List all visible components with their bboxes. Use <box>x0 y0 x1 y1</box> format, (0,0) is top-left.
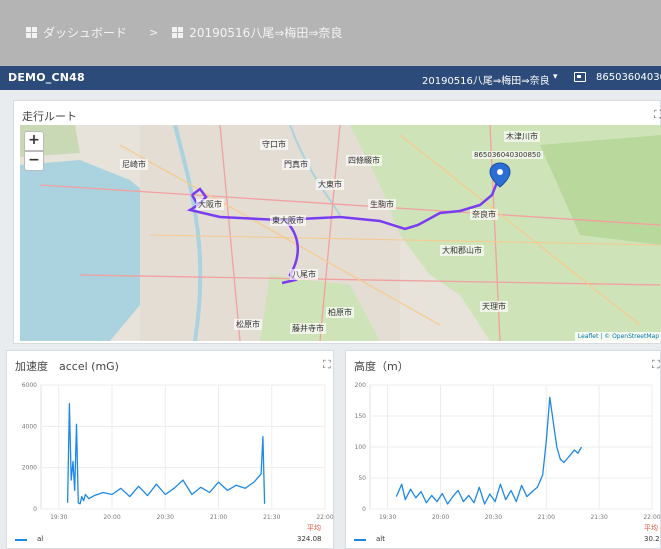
legend-line-icon <box>354 539 366 541</box>
x-tick-label: 20:00 <box>432 514 449 519</box>
map-place-label: 生駒市 <box>368 199 396 210</box>
chevron-down-icon[interactable]: ▾ <box>553 72 558 82</box>
expand-icon[interactable]: ⛶ <box>654 108 661 122</box>
breadcrumb-dashboard-link[interactable]: ダッシュボード <box>43 24 127 41</box>
map-place-label: 木津川市 <box>504 131 540 142</box>
y-tick-label: 6000 <box>22 382 37 389</box>
y-tick-label: 0 <box>362 506 366 513</box>
y-tick-label: 200 <box>355 382 367 389</box>
alt-avg-value: 30.2 <box>644 535 660 543</box>
zoom-out-button[interactable]: − <box>24 151 44 171</box>
map-place-label: 奈良市 <box>470 209 498 220</box>
x-tick-label: 20:30 <box>485 514 502 519</box>
alt-panel: 高度（m） ⛶ 0 50 100 150 200 19:30 20:00 20:30 21:00… <box>345 350 661 549</box>
alt-avg-label: 平均 <box>644 524 658 532</box>
x-tick-label: 19:30 <box>379 514 396 519</box>
alt-chart: 0 50 100 150 200 19:30 20:00 20:30 21:00 21:30 22:… <box>355 382 661 519</box>
route-map[interactable]: 865036040300850 守口市 尼崎市 門真市 四條畷市 大東市 木津川… <box>20 125 661 341</box>
x-tick-label: 19:30 <box>50 514 67 519</box>
map-panel: 走行ルート ⛶ 865036040300850 守口市 尼崎市 門真市 四條畷市… <box>13 100 661 344</box>
y-tick-label: 0 <box>33 506 37 513</box>
trip-select[interactable]: 20190516八尾⇒梅田⇒奈良 <box>422 72 550 87</box>
alt-legend[interactable]: alt <box>376 535 385 543</box>
device-id: 865036040300 <box>596 72 661 83</box>
accel-legend[interactable]: al <box>37 535 43 543</box>
y-tick-label: 100 <box>355 444 367 451</box>
series-line-al <box>66 402 266 505</box>
accel-panel: 加速度 accel (mG) ⛶ 0 2000 4000 6000 19:30 20:00… <box>6 350 334 549</box>
breadcrumb: ダッシュボード > 20190516八尾⇒梅田⇒奈良 <box>26 24 342 41</box>
accel-avg-label: 平均 <box>307 524 321 532</box>
map-place-label: 柏原市 <box>326 307 354 318</box>
map-place-label: 守口市 <box>260 139 288 150</box>
x-tick-label: 22:00 <box>316 514 333 519</box>
plot-area <box>40 384 326 510</box>
map-place-label: 四條畷市 <box>346 155 382 166</box>
expand-icon[interactable]: ⛶ <box>323 358 331 372</box>
breadcrumb-trip: 20190516八尾⇒梅田⇒奈良 <box>189 26 343 40</box>
x-tick-label: 22:00 <box>643 514 660 519</box>
y-tick-label: 50 <box>358 475 366 482</box>
map-place-label: 天理市 <box>480 301 508 312</box>
map-place-label: 大東市 <box>316 179 344 190</box>
accel-avg-value: 324.08 <box>297 535 322 543</box>
map-place-label: 尼崎市 <box>120 159 148 170</box>
map-place-label: 藤井寺市 <box>290 323 326 334</box>
x-tick-label: 21:30 <box>263 514 280 519</box>
x-tick-label: 21:00 <box>538 514 555 519</box>
map-place-label: 大和郡山市 <box>440 245 484 256</box>
x-tick-label: 20:00 <box>103 514 120 519</box>
expand-icon[interactable]: ⛶ <box>652 358 660 372</box>
series-line-alt <box>395 396 583 505</box>
map-attribution[interactable]: Leaflet | © OpenStreetMap <box>574 332 661 341</box>
y-tick-label: 150 <box>355 413 367 420</box>
y-tick-label: 2000 <box>22 465 37 472</box>
map-place-label: 門真市 <box>282 159 310 170</box>
marker-label: 865036040300850 <box>472 151 543 159</box>
x-tick-label: 20:30 <box>157 514 174 519</box>
map-place-label: 大阪市 <box>196 199 224 210</box>
device-bar: DEMO_CN48 20190516八尾⇒梅田⇒奈良 ▾ 86503604030… <box>0 66 661 90</box>
accel-chart: 0 2000 4000 6000 19:30 20:00 20:30 21:00 21:30 22… <box>22 382 334 519</box>
legend-line-icon <box>15 539 27 541</box>
y-tick-label: 4000 <box>22 423 37 430</box>
zoom-in-button[interactable]: + <box>24 131 44 151</box>
map-place-label: 八尾市 <box>290 269 318 280</box>
map-title: 走行ルート <box>22 110 77 123</box>
dashboard-grid-icon <box>26 27 37 38</box>
top-header: ダッシュボード > 20190516八尾⇒梅田⇒奈良 <box>0 0 661 66</box>
trip-grid-icon <box>172 27 184 38</box>
map-place-label: 東大阪市 <box>270 215 306 226</box>
device-name: DEMO_CN48 <box>8 71 85 84</box>
accel-title: 加速度 accel (mG) <box>15 360 119 373</box>
alt-title: 高度（m） <box>354 360 409 373</box>
x-tick-label: 21:30 <box>590 514 607 519</box>
x-tick-label: 21:00 <box>210 514 227 519</box>
device-icon <box>574 72 586 82</box>
breadcrumb-separator: > <box>149 26 159 39</box>
map-place-label: 松原市 <box>234 319 262 330</box>
